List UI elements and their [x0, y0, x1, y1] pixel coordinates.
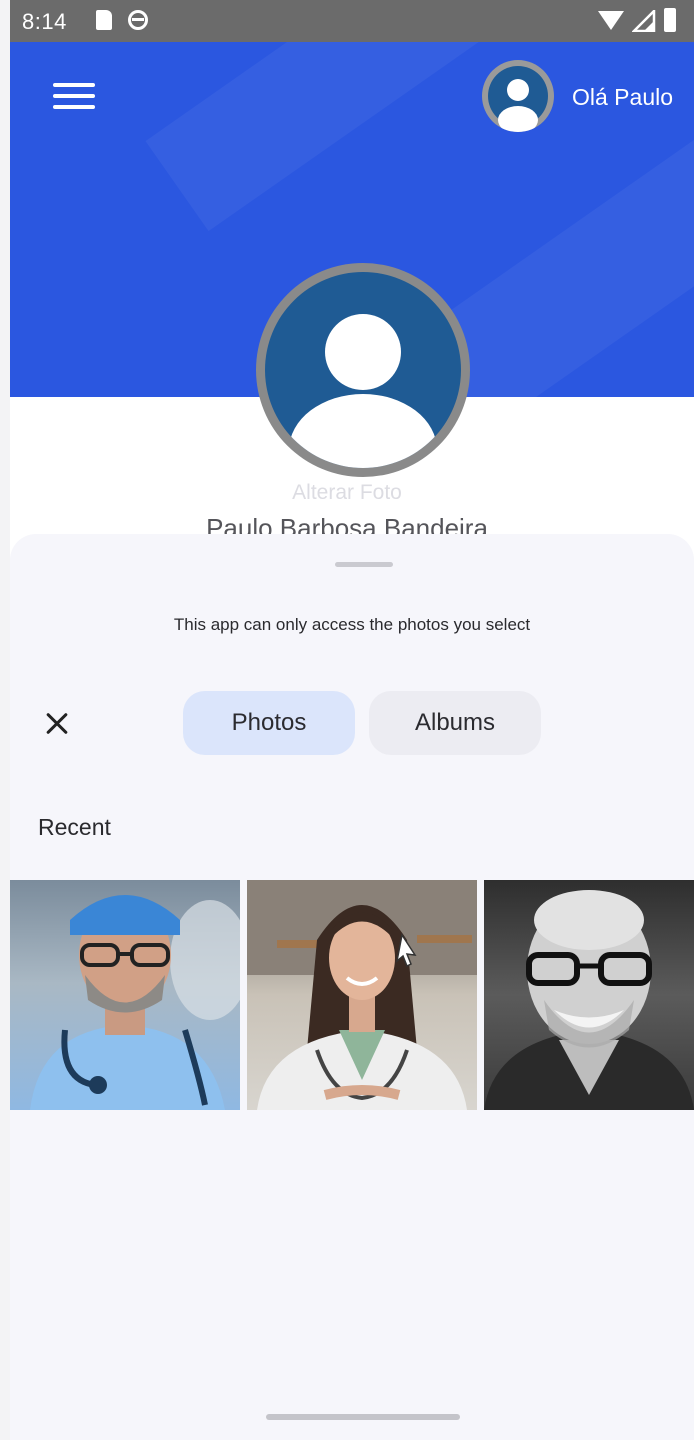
header-avatar[interactable]	[482, 60, 554, 132]
photo-thumbnail[interactable]	[10, 880, 240, 1110]
wifi-icon	[598, 11, 624, 30]
doctor-scrubs-photo	[30, 895, 240, 1110]
section-label-recent: Recent	[38, 814, 111, 840]
sd-card-icon	[96, 10, 112, 30]
menu-icon[interactable]	[53, 81, 97, 111]
sheet-drag-handle[interactable]	[335, 562, 393, 567]
status-bar: 8:14	[10, 0, 694, 42]
photo-thumbnail[interactable]	[247, 880, 477, 1110]
status-time: 8:14	[22, 9, 67, 34]
access-note: This app can only access the photos you …	[173, 615, 531, 634]
profile-person-icon	[289, 314, 437, 468]
tab-photos[interactable]: Photos	[183, 691, 355, 755]
change-photo-link[interactable]: Alterar Foto	[0, 481, 694, 505]
avatar-person-icon	[488, 66, 548, 132]
tab-albums[interactable]: Albums	[369, 691, 541, 755]
signal-icon	[632, 10, 656, 32]
doctor-white-coat-photo	[247, 880, 477, 1110]
header-decoration	[145, 42, 635, 232]
frame-edge	[0, 0, 10, 1440]
photo-grid	[10, 880, 694, 1110]
smiling-man-photo	[484, 890, 694, 1110]
profile-avatar[interactable]	[256, 263, 470, 477]
close-icon[interactable]	[40, 704, 80, 744]
sync-icon	[128, 10, 148, 30]
home-indicator[interactable]	[266, 1414, 460, 1420]
photo-picker-sheet: This app can only access the photos you …	[10, 534, 694, 1440]
tab-label: Albums	[414, 709, 496, 736]
photo-thumbnail[interactable]	[484, 880, 694, 1110]
greeting-text: Olá Paulo	[572, 84, 674, 110]
tab-label: Photos	[231, 709, 307, 736]
battery-icon	[664, 8, 676, 32]
